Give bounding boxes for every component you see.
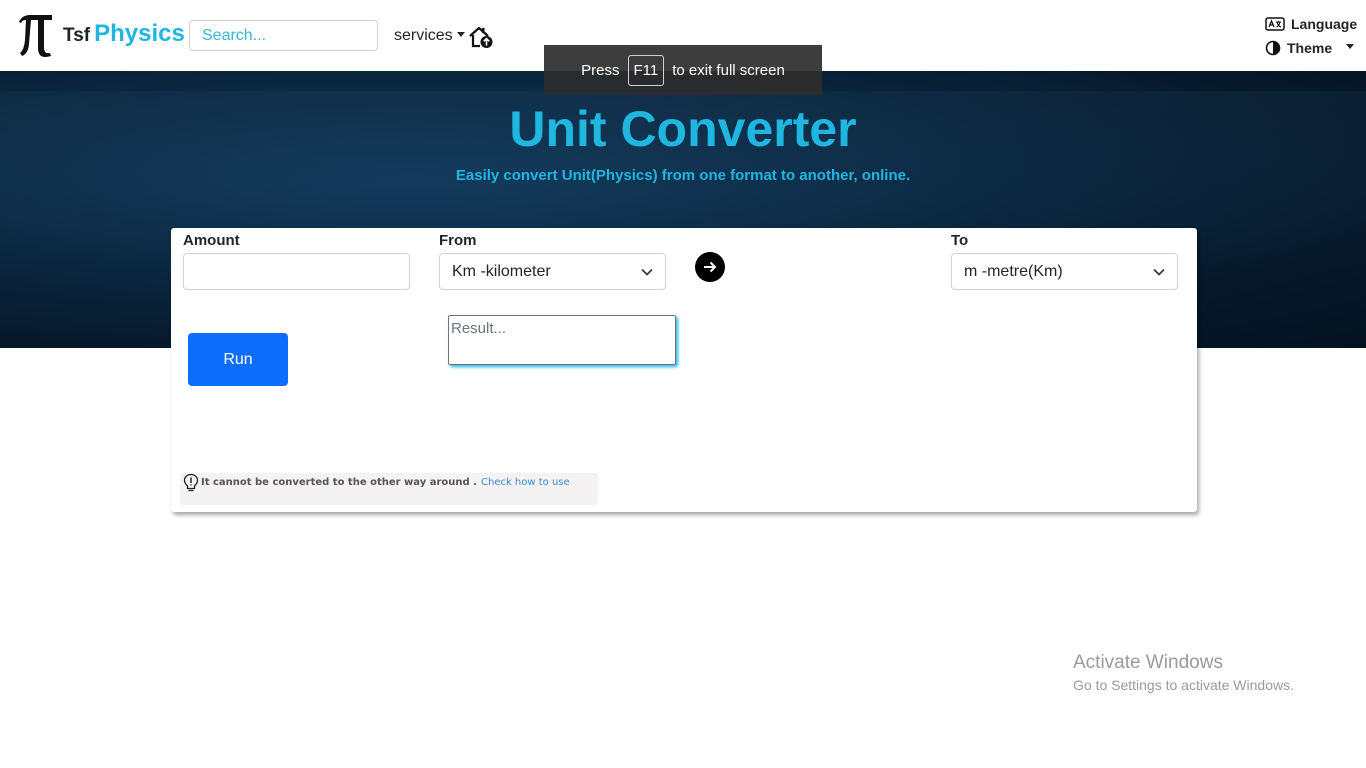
to-label: To [951,232,969,249]
theme-label: Theme [1287,40,1333,56]
pi-logo-icon[interactable] [16,10,54,58]
usage-tip: It cannot be converted to the other way … [180,473,598,505]
watermark-title: Activate Windows [1073,652,1223,673]
toast-prefix: Press [581,61,620,79]
toast-suffix: to exit full screen [672,61,785,79]
to-unit-select[interactable]: m -metre(Km) [951,253,1178,290]
lightbulb-icon [183,473,199,492]
contrast-icon [1265,40,1281,56]
from-label: From [439,232,477,249]
services-label: services [394,27,453,44]
tip-text: It cannot be converted to the other way … [201,477,477,488]
page-subtitle: Easily convert Unit(Physics) from one fo… [455,167,911,184]
services-dropdown[interactable]: services [394,27,465,45]
search-input[interactable] [189,20,378,51]
language-menu[interactable]: Language [1265,16,1357,32]
to-unit-value: m -metre(Km) [964,262,1063,280]
translate-icon [1265,17,1285,31]
amount-label: Amount [183,232,240,249]
chevron-down-icon [641,268,653,276]
brand-prefix: Tsf [63,25,91,46]
amount-input[interactable] [183,253,410,290]
from-unit-value: Km -kilometer [452,262,551,280]
caret-down-icon [456,31,465,37]
language-label: Language [1291,16,1358,32]
converter-card: Amount From Km -kilometer To m -metre(Km… [171,228,1197,512]
check-how-to-use-link[interactable]: Check how to use [481,477,570,488]
home-upload-icon[interactable] [468,25,494,49]
arrow-right-icon [704,261,717,273]
theme-menu[interactable]: Theme [1265,40,1355,56]
page-title: Unit Converter [509,101,857,157]
swap-arrow-button[interactable] [695,252,725,282]
chevron-down-icon [1153,268,1165,276]
run-button[interactable]: Run [188,333,288,386]
brand-name: Physics [94,20,185,47]
brand-title[interactable]: Tsf Physics [63,20,185,50]
toast-key: F11 [627,54,665,86]
fullscreen-toast: Press F11 to exit full screen [544,45,822,95]
from-unit-select[interactable]: Km -kilometer [439,253,666,290]
caret-down-icon [1346,44,1355,49]
activate-windows-watermark: Activate Windows Go to Settings to activ… [1073,652,1294,695]
result-field[interactable] [448,315,676,365]
watermark-subtitle: Go to Settings to activate Windows. [1073,677,1294,693]
